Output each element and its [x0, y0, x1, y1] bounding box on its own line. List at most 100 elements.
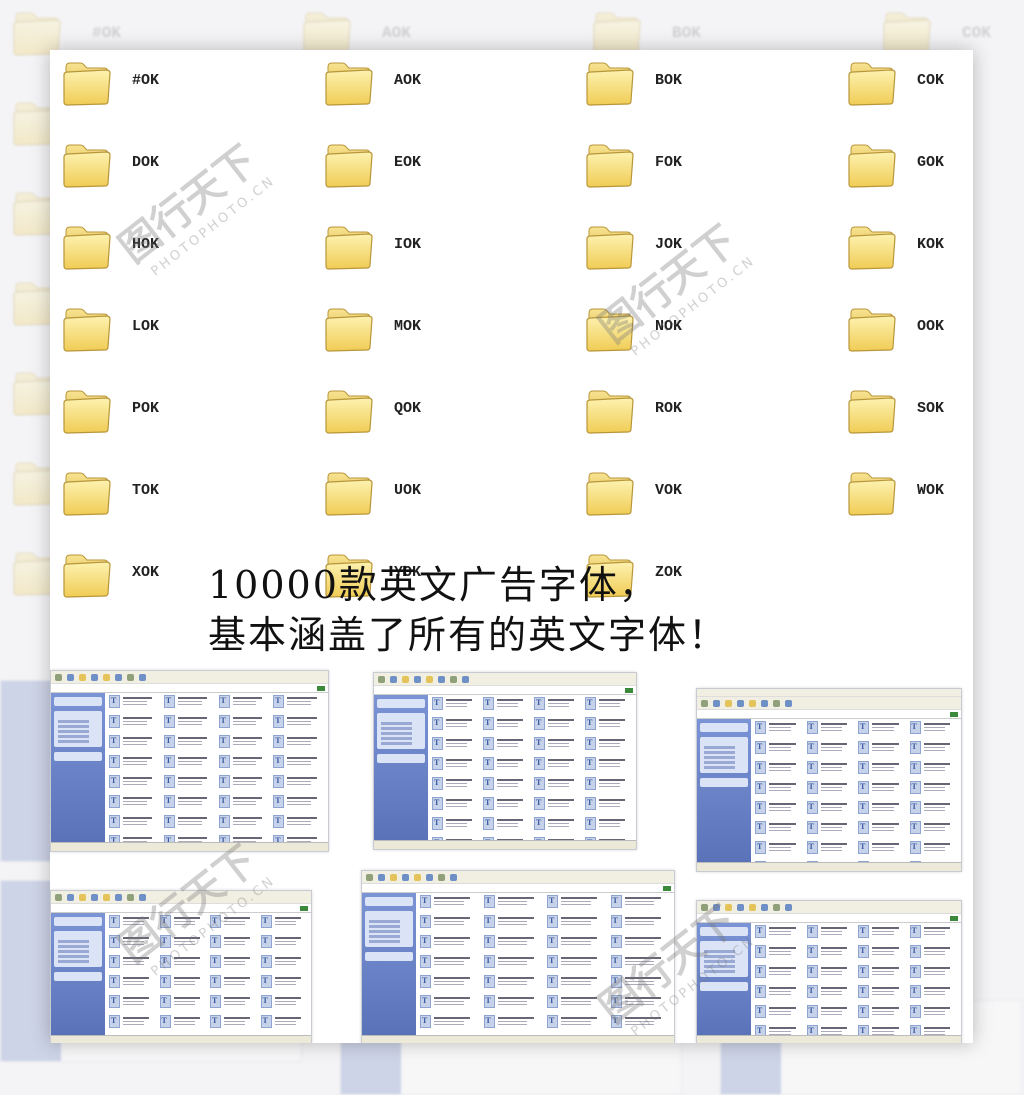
- task-panel-other-places: [700, 737, 748, 773]
- address-bar: [362, 884, 674, 893]
- go-button: [317, 685, 325, 691]
- font-file-item: [806, 721, 855, 740]
- address-bar: [51, 684, 328, 693]
- font-file-icon: [755, 1005, 766, 1018]
- folder-item[interactable]: WOK: [835, 462, 973, 532]
- status-bar: [51, 1035, 311, 1043]
- folder-item[interactable]: TOK: [50, 462, 250, 532]
- task-pane: [374, 695, 428, 841]
- font-file-item: [755, 985, 803, 1004]
- font-file-item: [909, 841, 958, 860]
- folder-item[interactable]: OOK: [835, 298, 973, 368]
- font-file-item: [858, 761, 906, 780]
- headline-line-1: 10000款英文广告字体，: [208, 563, 659, 607]
- address-bar: [51, 904, 311, 913]
- folder-label: FOK: [655, 154, 683, 171]
- font-file-icon: [483, 955, 495, 968]
- folder-item[interactable]: #OK: [50, 52, 250, 122]
- font-file-icon: [260, 975, 272, 988]
- font-file-item: [610, 935, 671, 954]
- font-file-item: [109, 815, 160, 834]
- folder-label: EOK: [394, 154, 422, 171]
- font-file-item: [858, 985, 906, 1004]
- folder-item[interactable]: EOK: [312, 134, 512, 204]
- folder-icon: [60, 383, 116, 439]
- status-bar: [697, 1035, 961, 1043]
- address-bar: [697, 914, 961, 923]
- copy-icon: [438, 873, 445, 881]
- folder-item[interactable]: ROK: [573, 380, 773, 450]
- folder-item[interactable]: AOK: [312, 52, 512, 122]
- folder-icon: [60, 137, 116, 193]
- font-file-icon: [109, 935, 120, 948]
- file-list: [755, 721, 958, 871]
- folder-label: ROK: [655, 400, 683, 417]
- task-panel-details: [54, 752, 102, 761]
- font-file-icon: [432, 797, 443, 810]
- folder-item[interactable]: HOK: [50, 216, 250, 286]
- font-file-icon: [909, 985, 921, 998]
- folder-item[interactable]: GOK: [835, 134, 973, 204]
- forward-icon: [67, 673, 74, 681]
- font-file-item: [610, 975, 671, 994]
- go-button: [950, 915, 958, 921]
- font-file-icon: [109, 955, 120, 968]
- folder-item[interactable]: LOK: [50, 298, 250, 368]
- font-file-icon: [755, 741, 766, 754]
- font-file-icon: [806, 741, 818, 754]
- font-file-item: [755, 965, 803, 984]
- font-file-item: [585, 737, 632, 756]
- font-file-item: [534, 817, 581, 836]
- folders-icon: [103, 893, 110, 901]
- folder-item[interactable]: BOK: [573, 52, 773, 122]
- background-folder-icon: [880, 5, 942, 56]
- folder-item[interactable]: POK: [50, 380, 250, 450]
- folder-item[interactable]: VOK: [573, 462, 773, 532]
- folder-item[interactable]: QOK: [312, 380, 512, 450]
- font-file-icon: [420, 915, 431, 928]
- font-file-icon: [420, 955, 431, 968]
- folder-item[interactable]: UOK: [312, 462, 512, 532]
- font-file-item: [163, 695, 215, 714]
- folder-item[interactable]: JOK: [573, 216, 773, 286]
- font-file-icon: [806, 761, 818, 774]
- font-file-icon: [483, 915, 495, 928]
- font-file-item: [547, 975, 607, 994]
- back-icon: [378, 675, 385, 683]
- font-file-item: [260, 935, 308, 954]
- delete-icon: [450, 873, 457, 881]
- background-folder-label: AOK: [382, 24, 411, 42]
- font-file-icon: [806, 925, 818, 938]
- folder-item[interactable]: DOK: [50, 134, 250, 204]
- font-file-icon: [218, 795, 230, 808]
- font-file-item: [534, 797, 581, 816]
- font-file-icon: [610, 935, 622, 948]
- font-file-icon: [610, 995, 622, 1008]
- folder-icon: [60, 547, 116, 603]
- folder-label: NOK: [655, 318, 683, 335]
- folder-item[interactable]: SOK: [835, 380, 973, 450]
- folder-item[interactable]: NOK: [573, 298, 773, 368]
- font-file-icon: [755, 985, 766, 998]
- folder-item[interactable]: COK: [835, 52, 973, 122]
- font-file-icon: [420, 975, 431, 988]
- folder-item[interactable]: MOK: [312, 298, 512, 368]
- task-pane: [51, 693, 105, 843]
- folder-item[interactable]: FOK: [573, 134, 773, 204]
- views-icon: [115, 673, 122, 681]
- folder-item[interactable]: KOK: [835, 216, 973, 286]
- font-file-icon: [218, 815, 230, 828]
- font-file-icon: [806, 801, 818, 814]
- font-file-icon: [585, 817, 596, 830]
- font-file-icon: [585, 797, 596, 810]
- font-file-item: [547, 955, 607, 974]
- font-file-item: [858, 741, 906, 760]
- font-file-icon: [109, 695, 120, 708]
- font-file-item: [534, 697, 581, 716]
- folder-label: POK: [132, 400, 160, 417]
- folder-item[interactable]: IOK: [312, 216, 512, 286]
- font-file-icon: [610, 895, 622, 908]
- font-file-icon: [483, 717, 494, 730]
- font-file-item: [858, 945, 906, 964]
- folder-label: IOK: [394, 236, 422, 253]
